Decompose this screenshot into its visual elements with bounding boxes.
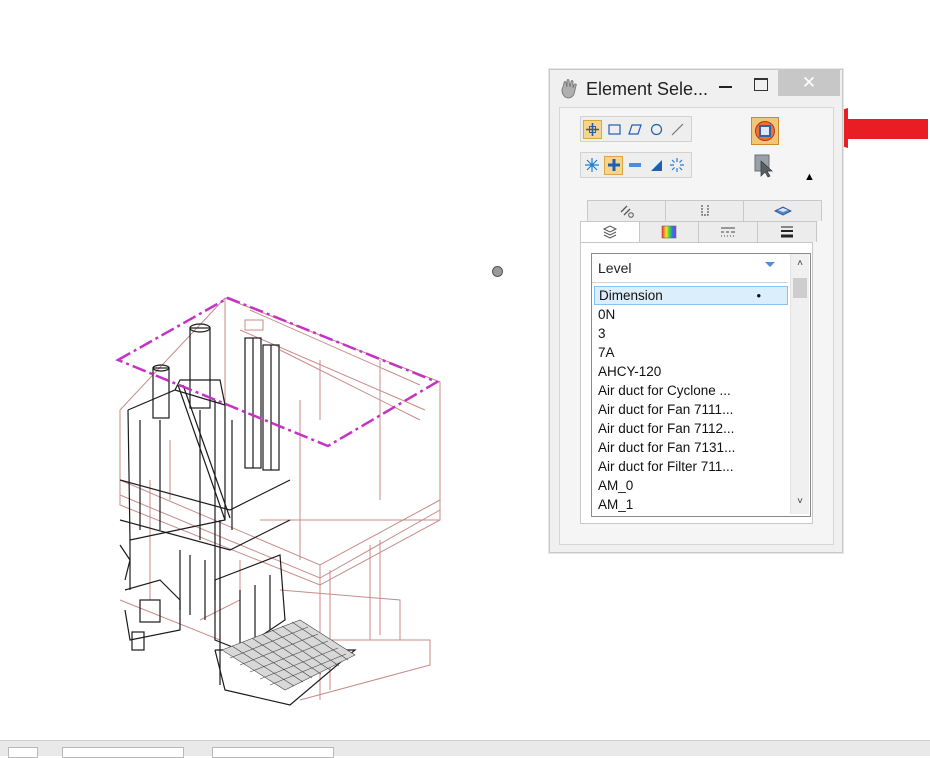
scroll-down-icon[interactable]: ˅ [791, 496, 809, 510]
tab-types-icon[interactable] [665, 200, 744, 221]
level-column-header[interactable]: Level [592, 254, 788, 283]
level-name: AM_0 [598, 478, 634, 493]
dialog-body: ▲ Level Dimension • 0N 3 7A AHCY-120 Air… [559, 107, 834, 545]
tab-views-icon[interactable] [743, 200, 822, 221]
tab-weights-icon[interactable] [757, 221, 817, 242]
status-field[interactable] [212, 747, 334, 758]
level-list-item[interactable]: 7A [594, 343, 788, 362]
maximize-button[interactable] [746, 70, 776, 98]
level-name: Air duct for Fan 7112... [598, 421, 735, 436]
levels-tab-panel: Level Dimension • 0N 3 7A AHCY-120 Air duct fo… [580, 242, 813, 524]
expand-toggle-icon[interactable]: ▲ [804, 171, 815, 183]
block-icon[interactable] [605, 120, 623, 138]
level-list-item[interactable]: Dimension • [594, 286, 788, 305]
level-list-item[interactable]: Air duct for Cyclone ... [594, 381, 788, 400]
close-icon: ✕ [801, 73, 817, 92]
hand-icon [561, 79, 577, 99]
tab-attributes-icon[interactable] [587, 200, 666, 221]
circle-icon[interactable] [647, 120, 665, 138]
level-list-item[interactable]: AM_1 [594, 495, 788, 514]
maximize-icon [754, 77, 768, 91]
level-name: AHCY-120 [598, 364, 662, 379]
level-name: AM_1 [598, 497, 634, 512]
line-icon[interactable] [668, 120, 686, 138]
minimize-button[interactable] [710, 70, 740, 98]
clear-icon[interactable] [668, 156, 686, 174]
level-list-item[interactable]: Air duct for Fan 7112... [594, 419, 788, 438]
individual-icon[interactable] [583, 119, 602, 139]
select-all-icon [755, 121, 775, 141]
sort-indicator-icon[interactable] [765, 262, 775, 268]
level-name: Air duct for Fan 7131... [598, 440, 736, 455]
level-name: Air duct for Filter 711... [598, 459, 734, 474]
new-icon[interactable] [583, 156, 601, 174]
floor-grating [221, 619, 356, 691]
element-selection-pointer-icon[interactable] [754, 154, 774, 178]
dialog-title: Element Sele... [586, 79, 709, 99]
scroll-thumb[interactable] [793, 278, 807, 298]
select-all-button[interactable] [751, 117, 779, 145]
filter-tabs-row-1 [587, 200, 822, 221]
level-list-item[interactable]: 0N [594, 305, 788, 324]
level-list-item[interactable]: Air duct for Fan 7111... [594, 400, 788, 419]
selection-mode-toolbar [580, 152, 692, 178]
level-list[interactable]: Level Dimension • 0N 3 7A AHCY-120 Air duct fo… [591, 253, 811, 517]
level-list-item[interactable]: 3 [594, 324, 788, 343]
level-list-item[interactable]: Air duct for Fan 7131... [594, 438, 788, 457]
tab-levels-icon[interactable] [580, 221, 640, 242]
cursor-indicator [492, 266, 503, 277]
tab-colors-icon[interactable] [639, 221, 699, 242]
level-name: Air duct for Cyclone ... [598, 383, 731, 398]
minimize-icon [718, 86, 732, 88]
shape-icon[interactable] [626, 120, 644, 138]
status-field[interactable] [62, 747, 184, 758]
level-name: Air duct for Fan 7111... [598, 402, 734, 417]
level-name: 7A [598, 345, 615, 360]
add-icon[interactable] [604, 155, 623, 175]
element-selection-dialog: Element Sele... ✕ ▲ Level Dimension • 0N… [549, 69, 843, 553]
status-field[interactable] [8, 747, 38, 758]
level-list-scrollbar[interactable]: ˄ ˅ [790, 254, 809, 514]
scroll-up-icon[interactable]: ˄ [791, 258, 809, 272]
filter-tabs-row-2 [580, 221, 817, 242]
level-name: Dimension [599, 288, 663, 303]
level-active-marker: • [756, 288, 761, 303]
level-name: 0N [598, 307, 616, 322]
level-list-item[interactable]: Air duct for Filter 711... [594, 457, 788, 476]
tab-styles-icon[interactable] [698, 221, 758, 242]
level-header-label: Level [598, 260, 632, 276]
level-list-item[interactable]: AHCY-120 [594, 362, 788, 381]
dialog-titlebar[interactable]: Element Sele... ✕ [550, 70, 842, 106]
level-list-item[interactable]: AM_0 [594, 476, 788, 495]
status-bar [0, 740, 930, 758]
selection-method-toolbar [580, 116, 692, 142]
close-button[interactable]: ✕ [778, 70, 840, 96]
selection-fence[interactable] [115, 296, 440, 448]
level-name: 3 [598, 326, 606, 341]
subtract-icon[interactable] [626, 156, 644, 174]
invert-icon[interactable] [647, 156, 665, 174]
